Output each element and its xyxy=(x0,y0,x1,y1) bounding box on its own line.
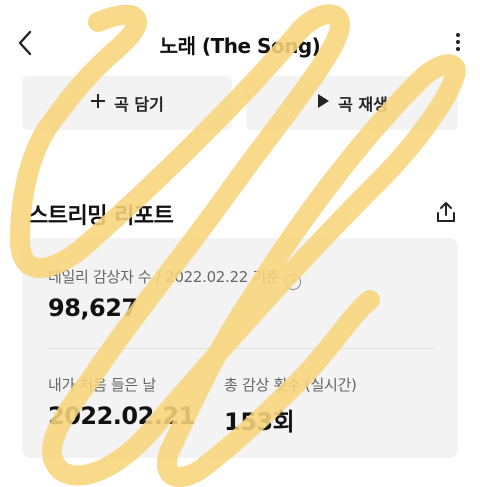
play-song-label: 곡 재생 xyxy=(338,95,388,114)
streaming-report-card: 데일리 감상자 수 / 2022.02.22 기준 i 98,627 내가 처음 … xyxy=(22,238,458,458)
total-plays-value: 153회 xyxy=(224,408,295,436)
daily-listeners-label: 데일리 감상자 수 / 2022.02.22 기준 i xyxy=(48,266,302,290)
play-song-button[interactable]: 곡 재생 xyxy=(246,76,458,130)
add-song-button[interactable]: 곡 담기 xyxy=(22,76,232,130)
play-icon xyxy=(316,93,330,113)
streaming-report-title: 스트리밍 리포트 xyxy=(28,204,174,229)
first-listen-label: 내가 처음 들은 날 xyxy=(48,376,156,394)
share-icon[interactable] xyxy=(434,200,458,224)
daily-listeners-value: 98,627 xyxy=(48,294,138,322)
daily-listeners-label-text: 데일리 감상자 수 / 2022.02.22 기준 xyxy=(48,268,280,286)
page-title: 노래 (The Song) xyxy=(159,34,321,58)
info-icon[interactable]: i xyxy=(285,274,302,290)
total-plays-label: 총 감상 횟수 (실시간) xyxy=(224,376,357,394)
plus-icon xyxy=(90,93,106,113)
more-vertical-icon[interactable] xyxy=(452,30,464,56)
first-listen-value: 2022.02.21 xyxy=(48,402,195,430)
add-song-label: 곡 담기 xyxy=(114,95,164,114)
top-bar: 노래 (The Song) xyxy=(0,0,480,80)
divider xyxy=(48,348,434,349)
